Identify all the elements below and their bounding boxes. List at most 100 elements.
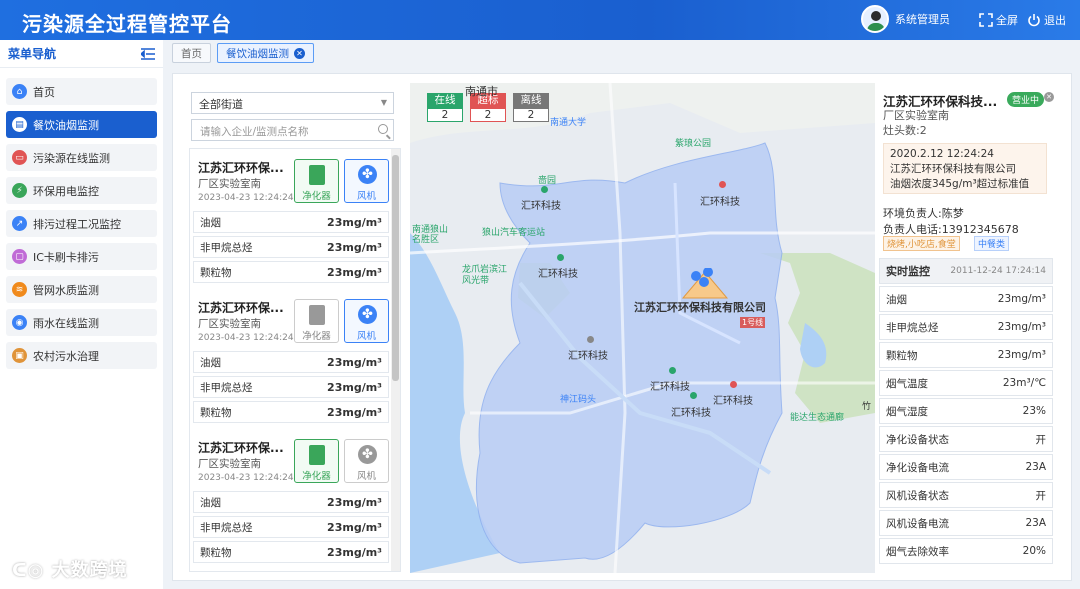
fan-label: 风机 [356, 331, 376, 342]
metric-name: 颗粒物 [200, 546, 232, 559]
close-icon[interactable]: ✕ [294, 47, 305, 59]
watermark-text: 大数跨境 [51, 560, 128, 581]
selected-station-marker[interactable] [680, 268, 730, 300]
alert-message: 油烟浓度345g/m³超过标准值 [890, 178, 1030, 190]
legend-count: 2 [513, 108, 549, 122]
fan-icon: ✤ [358, 305, 377, 324]
close-icon[interactable]: ✕ [1044, 92, 1054, 102]
home-icon: ⌂ [12, 84, 27, 99]
online-marker[interactable] [690, 392, 697, 399]
metric-row: 非甲烷总烃 23mg/m³ [193, 376, 389, 398]
sidebar-item-0[interactable]: ⌂ 首页 [6, 78, 157, 105]
metric-name: 油烟 [200, 356, 221, 369]
legend-item[interactable]: 离线 2 [513, 93, 549, 122]
fan-status-button[interactable]: ✤ 风机 [344, 299, 389, 343]
station-card[interactable]: 江苏汇环环保... 厂区实验室南 2023-04-23 12:24:24 净化器 ✤ 风机… [190, 289, 393, 429]
metric-row: 颗粒物 23mg/m³ [193, 261, 389, 283]
legend-label: 离线 [513, 93, 549, 108]
map-label: 汇环科技 [713, 396, 753, 407]
station-time: 2023-04-23 12:24:24 [198, 193, 294, 203]
map-view[interactable]: 在线 2 超标 2 离线 2 南通市 南通大学 紫琅公园 啬园 狼山汽车客运站 南通狼山名… [410, 83, 875, 573]
purifier-icon [309, 445, 325, 465]
realtime-metric-name: 颗粒物 [886, 349, 918, 362]
fan-status-button[interactable]: ✤ 风机 [344, 159, 389, 203]
realtime-row: 油烟 23mg/m³ [879, 286, 1053, 312]
metric-name: 颗粒物 [200, 266, 232, 279]
purifier-status-button[interactable]: 净化器 [294, 159, 339, 203]
offline-marker[interactable] [587, 336, 594, 343]
logout-button[interactable]: 退出 [1027, 12, 1066, 28]
online-marker[interactable] [669, 367, 676, 374]
sidebar-item-1[interactable]: ▤ 餐饮油烟监测 [6, 111, 157, 138]
fan-status-button[interactable]: ✤ 风机 [344, 439, 389, 483]
fullscreen-button[interactable]: 全屏 [979, 12, 1018, 28]
map-label: 汇环科技 [568, 351, 608, 362]
tab-label: 首页 [181, 47, 202, 60]
tab-bar: 首页 餐饮油烟监测 ✕ [172, 43, 314, 65]
sidebar-item-6[interactable]: ≋ 管网水质监测 [6, 276, 157, 303]
card-icon: ▢ [12, 249, 27, 264]
metric-row: 油烟 23mg/m³ [193, 491, 389, 513]
realtime-metric-value: 开 [1035, 489, 1047, 502]
sidebar-item-4[interactable]: ↗ 排污过程工况监控 [6, 210, 157, 237]
map-label: 汇环科技 [521, 201, 561, 212]
sidebar-item-5[interactable]: ▢ IC卡刷卡排污 [6, 243, 157, 270]
map-label: 南通狼山名胜区 [412, 225, 449, 245]
metric-row: 油烟 23mg/m³ [193, 351, 389, 373]
online-marker[interactable] [557, 254, 564, 261]
online-marker[interactable] [541, 186, 548, 193]
sidebar-item-label: 污染源在线监测 [33, 151, 110, 165]
power-icon: ⚡ [12, 183, 27, 198]
realtime-metric-value: 开 [1035, 433, 1047, 446]
realtime-row: 风机设备电流 23A [879, 510, 1053, 536]
street-select[interactable]: 全部街道 ▼ [191, 92, 394, 114]
metric-value: 23mg/m³ [327, 265, 382, 279]
station-location: 厂区实验室南 [198, 178, 261, 190]
user-info[interactable]: 系统管理员 [861, 5, 950, 33]
map-label: 紫琅公园 [675, 139, 712, 149]
chevron-down-icon: ▼ [380, 98, 387, 107]
realtime-row: 颗粒物 23mg/m³ [879, 342, 1053, 368]
station-name: 江苏汇环环保... [198, 441, 284, 455]
purifier-status-button[interactable]: 净化器 [294, 299, 339, 343]
avatar[interactable] [861, 5, 889, 33]
sidebar-item-2[interactable]: ▭ 污染源在线监测 [6, 144, 157, 171]
menu-collapse-icon[interactable] [141, 47, 155, 60]
realtime-row: 烟气温度 23m³/℃ [879, 370, 1053, 396]
search-icon[interactable] [378, 124, 388, 134]
search-input[interactable]: 请输入企业/监测点名称 [191, 119, 394, 141]
metric-value: 23mg/m³ [327, 380, 382, 394]
metric-name: 非甲烷总烃 [200, 241, 253, 254]
purifier-status-button[interactable]: 净化器 [294, 439, 339, 483]
purifier-icon [309, 305, 325, 325]
metric-row: 颗粒物 23mg/m³ [193, 541, 389, 563]
realtime-row: 净化设备状态 开 [879, 426, 1053, 452]
tab-home[interactable]: 首页 [172, 43, 211, 63]
legend-count: 2 [427, 108, 463, 122]
rain-icon: ◉ [12, 315, 27, 330]
sidebar-item-3[interactable]: ⚡ 环保用电监控 [6, 177, 157, 204]
exceed-marker[interactable] [719, 181, 726, 188]
tab-restaurant-monitor[interactable]: 餐饮油烟监测 ✕ [217, 43, 314, 63]
station-card[interactable]: 江苏汇环环保... 厂区实验室南 2023-04-23 12:24:24 净化器 ✤ 风机… [190, 429, 393, 569]
metric-value: 23mg/m³ [327, 520, 382, 534]
station-list[interactable]: 江苏汇环环保... 厂区实验室南 2023-04-23 12:24:24 净化器 ✤ 风机… [189, 148, 401, 572]
exceed-marker[interactable] [730, 381, 737, 388]
category-tag: 烧烤,小吃店,食堂 [883, 236, 960, 251]
metric-name: 非甲烷总烃 [200, 381, 253, 394]
station-name: 江苏汇环环保... [198, 301, 284, 315]
sidebar-item-7[interactable]: ◉ 雨水在线监测 [6, 309, 157, 336]
sidebar-item-8[interactable]: ▣ 农村污水治理 [6, 342, 157, 369]
realtime-metric-value: 23mg/m³ [997, 321, 1046, 333]
realtime-metric-name: 非甲烷总烃 [886, 321, 939, 334]
realtime-metric-value: 23% [1022, 405, 1046, 417]
metric-name: 油烟 [200, 496, 221, 509]
sidebar-item-label: 餐饮油烟监测 [33, 118, 99, 132]
station-card[interactable]: 江苏汇环环保... 厂区实验室南 2023-04-23 12:24:24 净化器 ✤ 风机… [190, 149, 393, 289]
legend-item[interactable]: 在线 2 [427, 93, 463, 122]
realtime-row: 净化设备电流 23A [879, 454, 1053, 480]
realtime-metric-value: 23mg/m³ [997, 349, 1046, 361]
realtime-metric-value: 23m³/℃ [1002, 377, 1046, 389]
station-time: 2023-04-23 12:24:24 [198, 333, 294, 343]
scrollbar-thumb[interactable] [392, 155, 399, 381]
